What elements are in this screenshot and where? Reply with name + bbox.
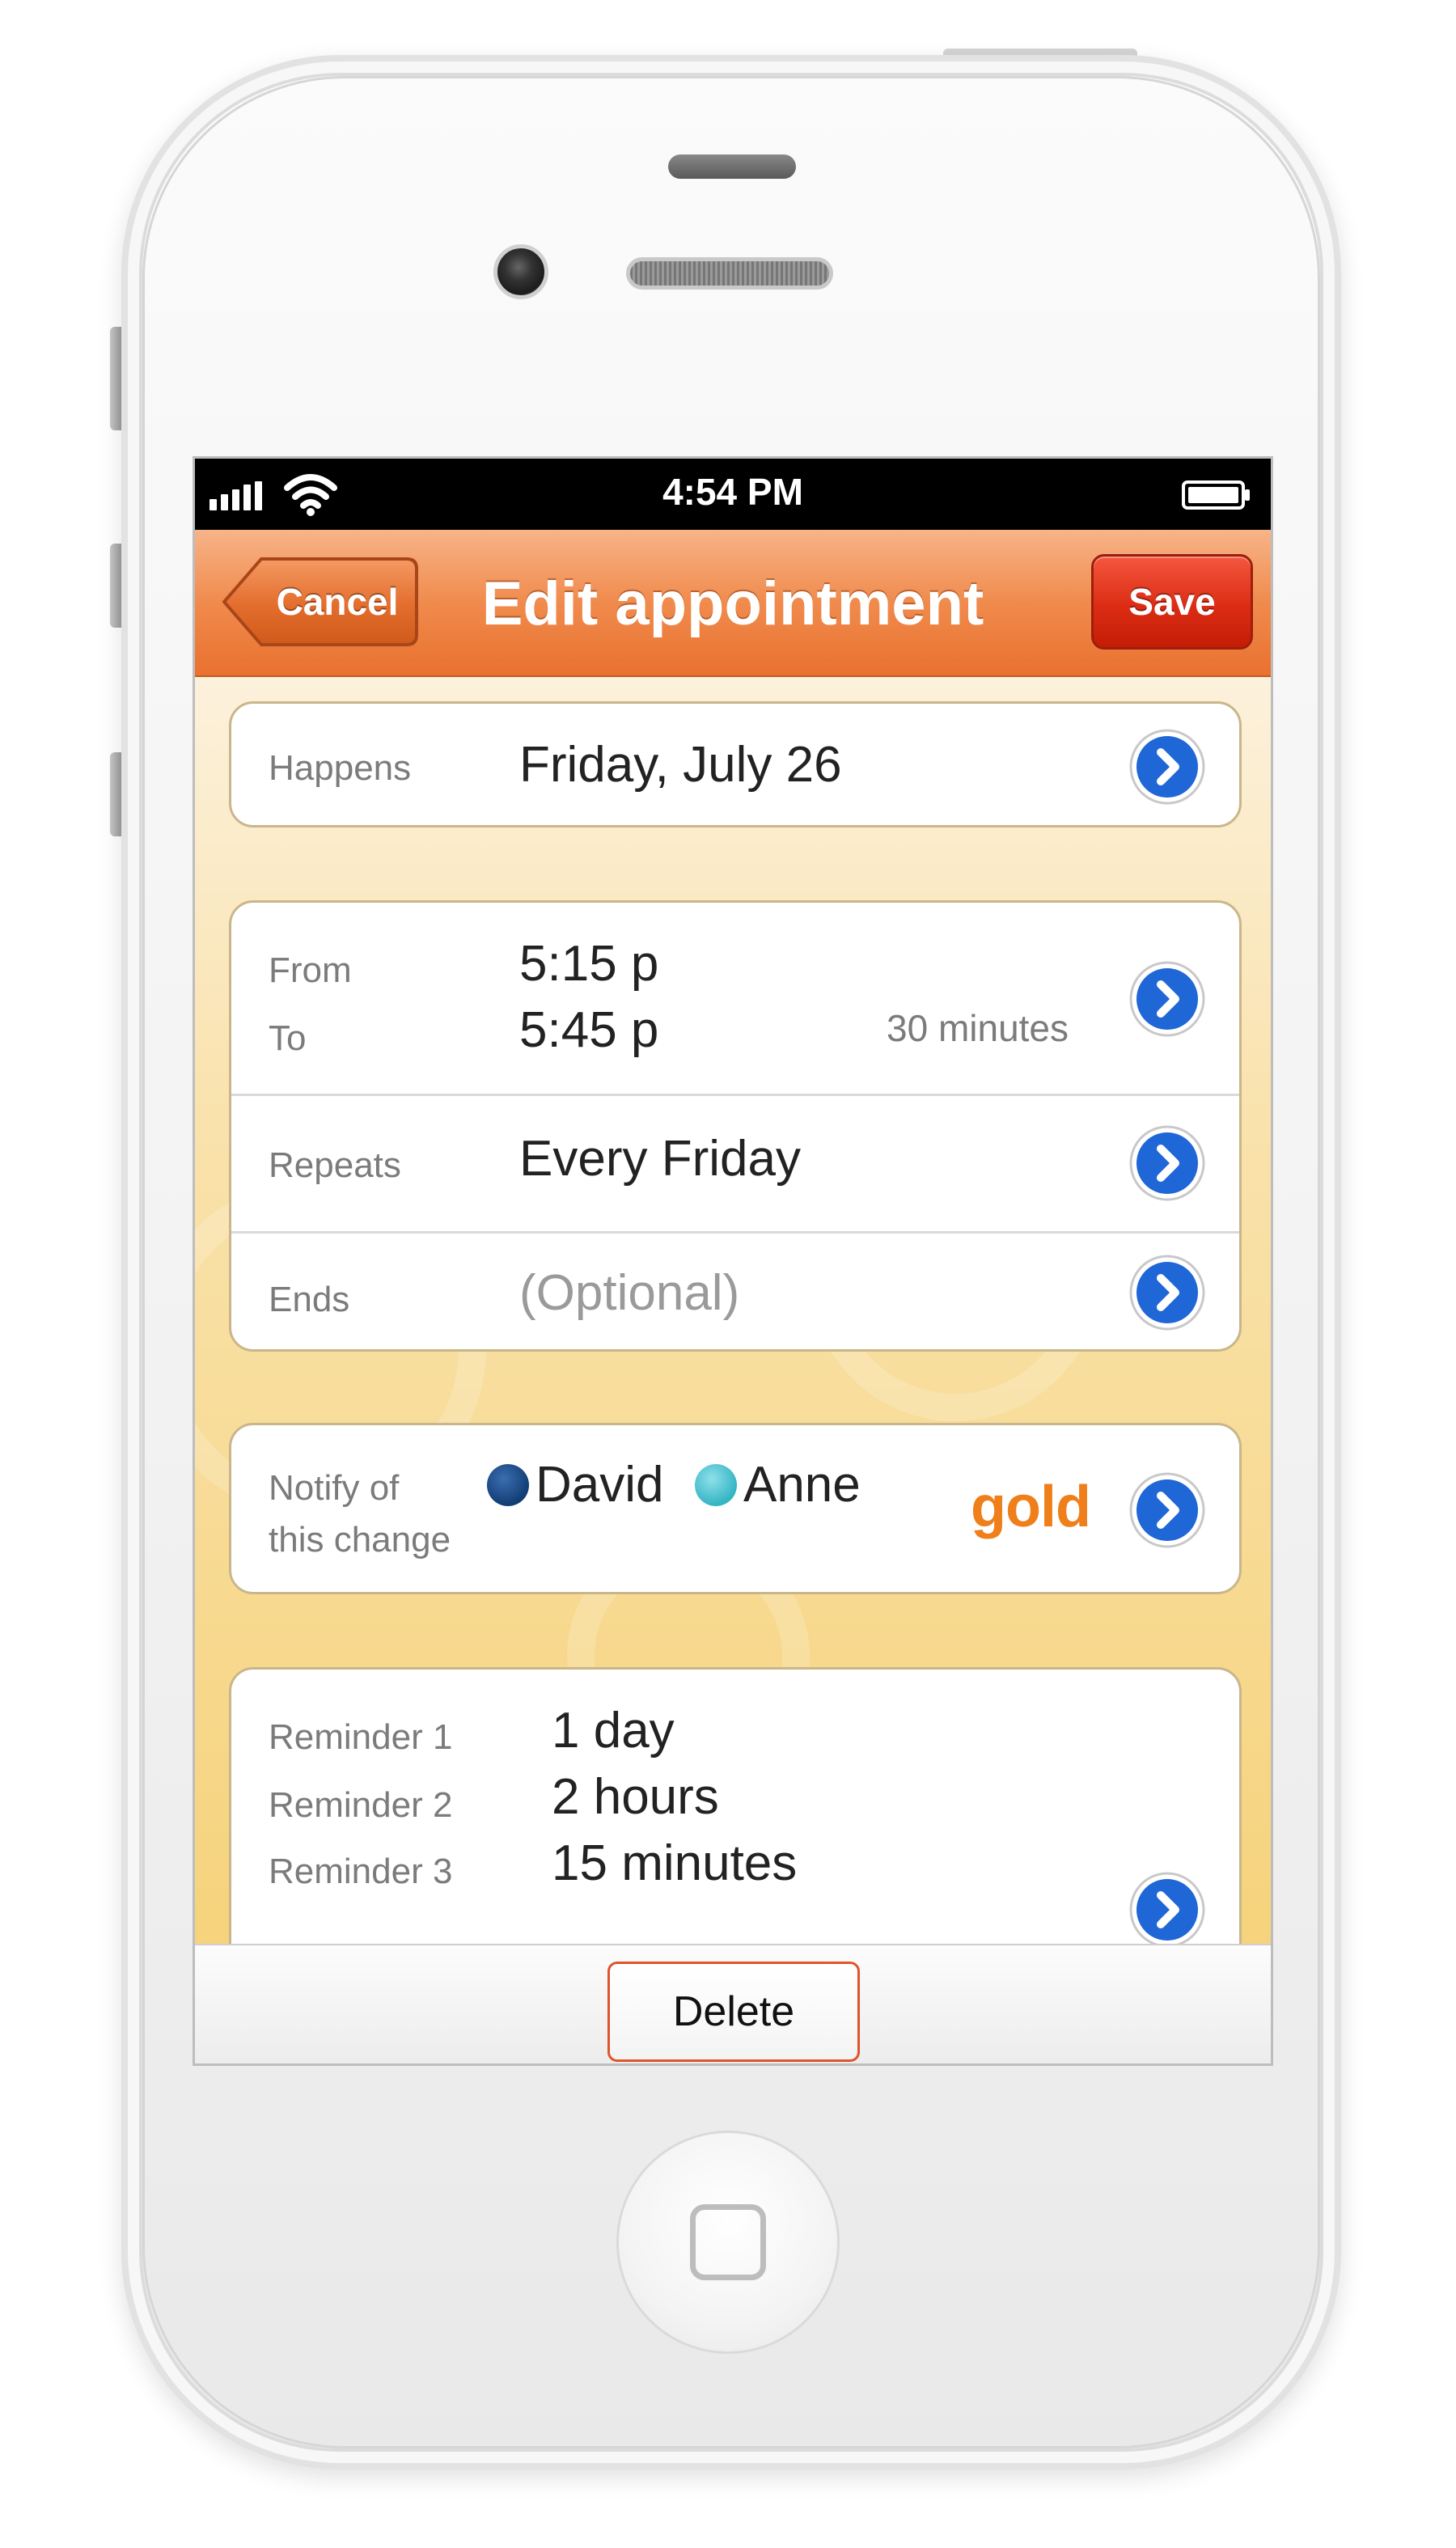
- earpiece-speaker: [626, 257, 833, 290]
- person-name: Anne: [743, 1457, 861, 1513]
- home-square-icon: [690, 2204, 766, 2280]
- repeats-label: Repeats: [269, 1145, 401, 1185]
- person-color-dot: [694, 1463, 737, 1506]
- cancel-label: Cancel: [276, 581, 399, 623]
- disclosure-arrow-icon[interactable]: [1128, 1471, 1207, 1550]
- disclosure-arrow-icon[interactable]: [1128, 1870, 1207, 1944]
- ends-row[interactable]: Ends (Optional): [231, 1231, 1239, 1349]
- form-content[interactable]: Happens Friday, July 26 From 5:15 p To 5…: [195, 677, 1271, 1944]
- notify-label-line1: Notify of: [269, 1468, 400, 1508]
- reminder-label: Reminder 3: [269, 1852, 453, 1891]
- schedule-group: From 5:15 p To 5:45 p 30 minutes Repeats…: [229, 900, 1242, 1352]
- to-label: To: [269, 1018, 307, 1058]
- navigation-bar: Cancel Edit appointment Save: [195, 530, 1271, 677]
- time-range-row[interactable]: From 5:15 p To 5:45 p 30 minutes: [231, 903, 1239, 1094]
- reminder-label: Reminder 2: [269, 1785, 453, 1825]
- person-color-dot: [487, 1463, 529, 1506]
- gold-badge: gold: [971, 1475, 1091, 1539]
- to-value: 5:45 p: [519, 1002, 659, 1058]
- from-value: 5:15 p: [519, 936, 659, 992]
- happens-group: Happens Friday, July 26: [229, 701, 1242, 827]
- top-speaker: [668, 154, 796, 179]
- reminder-label: Reminder 1: [269, 1717, 453, 1757]
- status-time: 4:54 PM: [662, 471, 803, 513]
- volume-up-button[interactable]: [110, 544, 121, 628]
- happens-row[interactable]: Happens Friday, July 26: [231, 704, 1239, 825]
- cancel-button[interactable]: Cancel: [219, 554, 420, 650]
- repeats-value: Every Friday: [519, 1131, 801, 1187]
- volume-down-button[interactable]: [110, 752, 121, 836]
- duration-text: 30 minutes: [887, 1007, 1069, 1049]
- reminder-value: 1 day: [552, 1703, 675, 1759]
- reminder-value: 15 minutes: [552, 1835, 798, 1891]
- front-camera: [493, 244, 548, 299]
- delete-button[interactable]: Delete: [607, 1962, 860, 2062]
- from-label: From: [269, 950, 352, 990]
- disclosure-arrow-icon[interactable]: [1128, 959, 1207, 1039]
- notify-label-line2: this change: [269, 1520, 451, 1560]
- page-title: Edit appointment: [481, 569, 984, 638]
- person-name: David: [535, 1457, 664, 1513]
- happens-value: Friday, July 26: [519, 737, 842, 793]
- reminder-value: 2 hours: [552, 1769, 719, 1825]
- notify-group: Notify of this change David Anne gold: [229, 1423, 1242, 1594]
- disclosure-arrow-icon[interactable]: [1128, 1253, 1207, 1332]
- notify-people-list: David Anne: [487, 1456, 888, 1513]
- notify-row[interactable]: Notify of this change David Anne gold: [231, 1425, 1239, 1592]
- mute-switch[interactable]: [110, 327, 121, 430]
- bottom-toolbar: Delete: [195, 1944, 1271, 2063]
- reminders-row[interactable]: Reminder 1 1 day Reminder 2 2 hours Remi…: [231, 1670, 1239, 1944]
- battery-icon: [1182, 480, 1250, 510]
- person-chip[interactable]: David: [487, 1456, 664, 1513]
- ends-label: Ends: [269, 1280, 350, 1319]
- status-bar: 4:54 PM: [195, 459, 1271, 530]
- reminders-group: Reminder 1 1 day Reminder 2 2 hours Remi…: [229, 1667, 1242, 1944]
- phone-screen: 4:54 PM Cancel Edit appointment Save Hap…: [193, 456, 1273, 2066]
- home-button[interactable]: [616, 2131, 840, 2354]
- happens-label: Happens: [269, 748, 412, 788]
- save-button[interactable]: Save: [1091, 554, 1253, 650]
- person-chip[interactable]: Anne: [694, 1456, 861, 1513]
- disclosure-arrow-icon[interactable]: [1128, 1124, 1207, 1203]
- repeats-row[interactable]: Repeats Every Friday: [231, 1094, 1239, 1231]
- ends-placeholder: (Optional): [519, 1265, 740, 1321]
- disclosure-arrow-icon[interactable]: [1128, 727, 1207, 806]
